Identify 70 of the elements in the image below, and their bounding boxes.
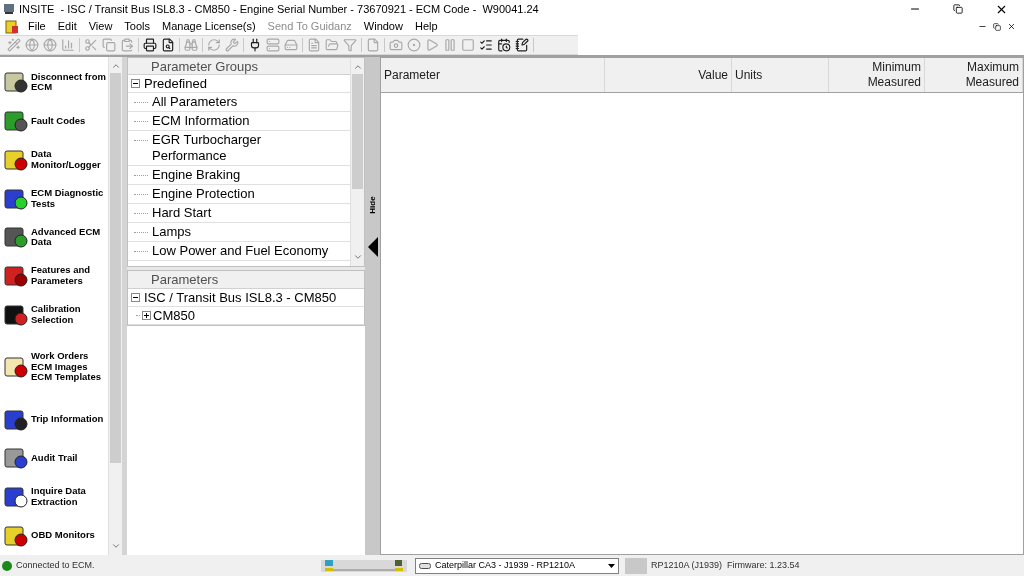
nav-link[interactable]: ECM Diagnostic Tests [31,188,108,209]
hide-tab[interactable]: Hide [362,196,383,214]
calendar-icon[interactable] [497,38,511,52]
menu-item[interactable]: Tools [118,18,157,35]
window-title: INSITE - ISC / Transit Bus ISL8.3 - CM850 - Engine Serial Number - 73670921 - ECM Code - W90041.24 [19,1,539,17]
status-message: Connected to ECM. [16,558,96,572]
menu-item[interactable]: File [22,18,52,35]
collapse-icon[interactable] [131,79,140,88]
scroll-up-icon[interactable] [352,62,363,72]
menu-item[interactable]: Window [357,18,409,35]
column-header[interactable]: Value [605,58,732,92]
nav-scrollbar[interactable] [108,57,122,555]
collapse-icon[interactable] [131,293,140,302]
nav-link[interactable]: Audit Trail [31,452,78,464]
column-header[interactable]: Minimum Measured [829,58,925,92]
scroll-up-icon[interactable] [110,61,121,71]
expand-icon[interactable] [142,311,151,320]
menu-item[interactable]: View [82,18,119,35]
adapter-name: Caterpillar CA3 - J1939 - RP1210A [435,558,577,572]
column-header[interactable]: Units [732,58,829,92]
tree-item[interactable]: ECM Information [148,112,250,130]
document-app-icon [5,19,19,34]
nav-link[interactable]: Features and Parameters [31,265,108,287]
column-header: Parameters [128,271,364,289]
nav-link[interactable]: Fault Codes [31,115,86,127]
column-header: Parameter Groups [128,58,350,75]
adapter-dropdown[interactable]: Caterpillar CA3 - J1939 - RP1210A [415,557,619,574]
nav-link[interactable]: Trip Information [31,414,104,425]
nav-link[interactable]: Inquire Data Extraction [31,486,108,508]
tree-item[interactable]: Low Power and Fuel Economy [148,242,329,260]
tree-node[interactable]: CM850 [153,305,195,326]
nav-link[interactable]: Data Monitor/Logger [31,149,108,171]
nav-link[interactable]: Calibration Selection [31,304,108,326]
tree-node[interactable]: ISC / Transit Bus ISL8.3 - CM850 [144,287,337,308]
column-header[interactable]: Maximum Measured [925,58,1023,92]
groups-scrollbar[interactable] [350,58,364,266]
status-panel [625,557,647,574]
nav-link[interactable]: ECM Images [31,361,102,373]
firmware-label: Firmware: 1.23.54 [727,558,800,572]
nav-link[interactable]: Advanced ECM Data [31,226,108,248]
app-icon [3,3,15,15]
dropdown-arrow-icon[interactable] [608,563,615,568]
adapter-icon [419,562,431,569]
nav-link[interactable]: Disconnect from ECM [31,71,108,93]
tree-item[interactable]: All Parameters [148,93,238,111]
protocol-label: RP1210A (J1939) [651,558,723,572]
menu-item[interactable]: Help [408,18,444,35]
tree-item[interactable]: EGR Turbocharger Performance [148,131,298,165]
tree-node[interactable]: Predefined [144,73,207,94]
tree-item[interactable]: Hard Start [148,204,212,222]
list-icon[interactable] [479,38,493,52]
nav-link[interactable]: ECM Templates [31,372,102,383]
menu-item[interactable]: Edit [51,18,83,35]
child-restore-icon[interactable] [993,22,1001,31]
tree-item[interactable]: Engine Protection [148,185,255,203]
column-header[interactable]: Parameter [381,58,605,92]
notepad-icon[interactable] [515,38,529,52]
scroll-down-icon[interactable] [352,252,363,262]
print-preview-icon[interactable] [161,38,175,52]
collapse-arrow-icon[interactable] [367,237,378,257]
restore-icon[interactable] [953,4,963,14]
nav-link[interactable]: OBD Monitors [31,530,95,541]
printer-icon[interactable] [143,38,157,52]
tree-item[interactable]: Engine Braking [148,166,241,184]
scroll-down-icon[interactable] [110,541,121,551]
menu-item[interactable]: Manage License(s) [156,18,262,35]
tree-item[interactable]: Lamps [148,223,192,241]
child-close-icon[interactable] [1007,22,1016,31]
nav-link[interactable]: Work Orders [31,351,102,362]
plug-icon[interactable] [248,38,262,52]
